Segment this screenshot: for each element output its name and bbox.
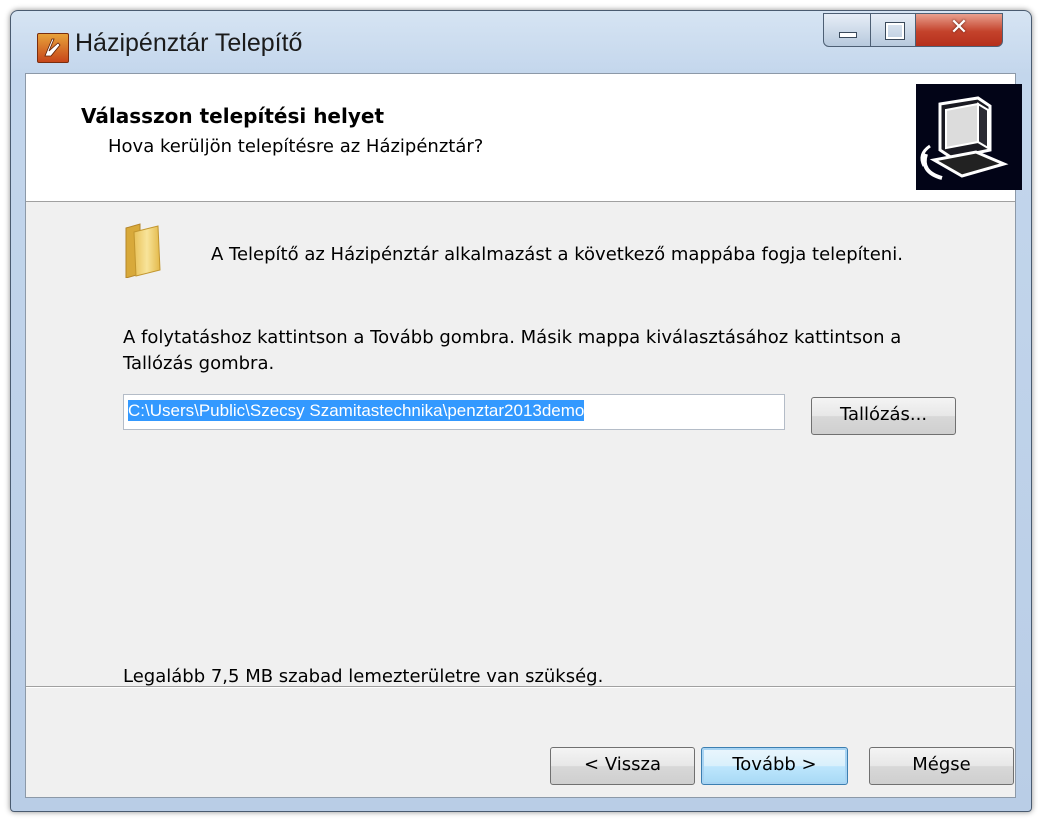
- folder-icon: [122, 222, 162, 282]
- back-button[interactable]: < Vissza: [550, 747, 695, 785]
- cancel-button[interactable]: Mégse: [869, 747, 1014, 785]
- install-info-text: A Telepítő az Házipénztár alkalmazást a …: [211, 244, 903, 265]
- window-title: Házipénztár Telepítő: [75, 29, 303, 57]
- title-bar[interactable]: Házipénztár Telepítő ✕: [11, 11, 1031, 75]
- close-icon: ✕: [949, 15, 969, 40]
- computer-install-icon: [916, 84, 1022, 190]
- maximize-button[interactable]: [870, 13, 916, 47]
- app-icon: [37, 33, 69, 63]
- install-path-value: C:\Users\Public\Szecsy Szamitastechnika\…: [128, 400, 585, 421]
- wizard-header: Válasszon telepítési helyet Hova kerüljö…: [26, 74, 1022, 202]
- wizard-client-area: Válasszon telepítési helyet Hova kerüljö…: [25, 73, 1022, 798]
- installer-window: Házipénztár Telepítő ✕ Válasszon telepít…: [10, 10, 1032, 812]
- browse-button[interactable]: Tallózás...: [811, 397, 956, 435]
- next-button[interactable]: Tovább >: [701, 747, 848, 785]
- page-title: Válasszon telepítési helyet: [81, 104, 385, 128]
- instruction-text-line1: A folytatáshoz kattintson a Tovább gombr…: [123, 327, 902, 348]
- instruction-text-line2: Tallózás gombra.: [123, 353, 275, 374]
- footer-divider: [26, 686, 1015, 688]
- page-subtitle: Hova kerüljön telepítésre az Házipénztár…: [108, 136, 484, 157]
- minimize-button[interactable]: [823, 13, 871, 47]
- close-button[interactable]: ✕: [915, 13, 1003, 47]
- install-path-input[interactable]: C:\Users\Public\Szecsy Szamitastechnika\…: [123, 394, 785, 430]
